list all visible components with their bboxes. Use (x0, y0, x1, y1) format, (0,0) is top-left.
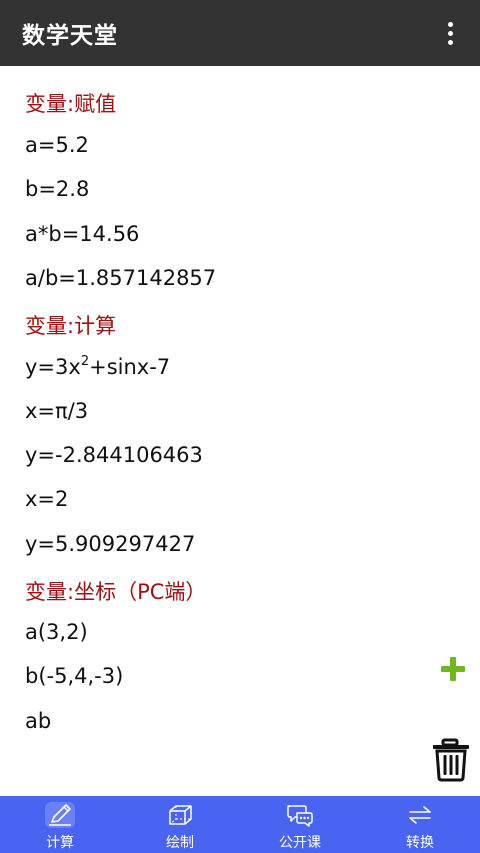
app-title: 数学天堂 (22, 23, 118, 49)
log-line[interactable]: a/b=1.857142857 (25, 266, 216, 290)
log-line-formula[interactable]: y=3x2+sinx-7 (25, 354, 170, 379)
section-heading-calculation: 变量:计算 (25, 314, 117, 338)
section-heading-assignment: 变量:赋值 (25, 92, 117, 116)
log-line[interactable]: b=2.8 (25, 177, 89, 201)
calculation-log: 变量:赋值 a=5.2 b=2.8 a*b=14.56 a/b=1.857142… (0, 66, 480, 796)
log-line[interactable]: ab (25, 709, 51, 733)
formula-part: +sinx-7 (89, 355, 171, 379)
nav-label: 转换 (406, 835, 434, 851)
nav-label: 公开课 (279, 835, 321, 851)
pencil-icon (45, 802, 75, 828)
cube-icon (165, 802, 195, 828)
nav-label: 计算 (46, 835, 74, 851)
log-line[interactable]: a=5.2 (25, 133, 89, 157)
nav-tab-open-course[interactable]: 公开课 (240, 796, 360, 853)
nav-tab-calculate[interactable]: 计算 (0, 796, 120, 853)
plus-icon[interactable] (441, 657, 465, 681)
section-heading-coordinates: 变量:坐标（PC端） (25, 580, 207, 604)
log-line[interactable]: x=2 (25, 487, 68, 511)
chat-bubbles-icon (285, 802, 315, 828)
nav-label: 绘制 (166, 835, 194, 851)
log-line[interactable]: y=-2.844106463 (25, 443, 203, 467)
nav-tab-draw[interactable]: 绘制 (120, 796, 240, 853)
bottom-navigation: 计算 绘制 公开课 转换 (0, 796, 480, 853)
nav-tab-convert[interactable]: 转换 (360, 796, 480, 853)
swap-arrows-icon (405, 802, 435, 828)
app-bar: 数学天堂 (0, 0, 480, 66)
formula-part: y=3x (25, 355, 81, 379)
log-line[interactable]: a(3,2) (25, 620, 88, 644)
trash-icon[interactable] (430, 738, 472, 782)
formula-exponent: 2 (80, 354, 90, 369)
log-line[interactable]: y=5.909297427 (25, 532, 195, 556)
log-line[interactable]: x=π/3 (25, 399, 88, 423)
overflow-menu-icon[interactable] (436, 15, 464, 51)
log-line[interactable]: a*b=14.56 (25, 222, 139, 246)
log-line[interactable]: b(-5,4,-3) (25, 664, 123, 688)
